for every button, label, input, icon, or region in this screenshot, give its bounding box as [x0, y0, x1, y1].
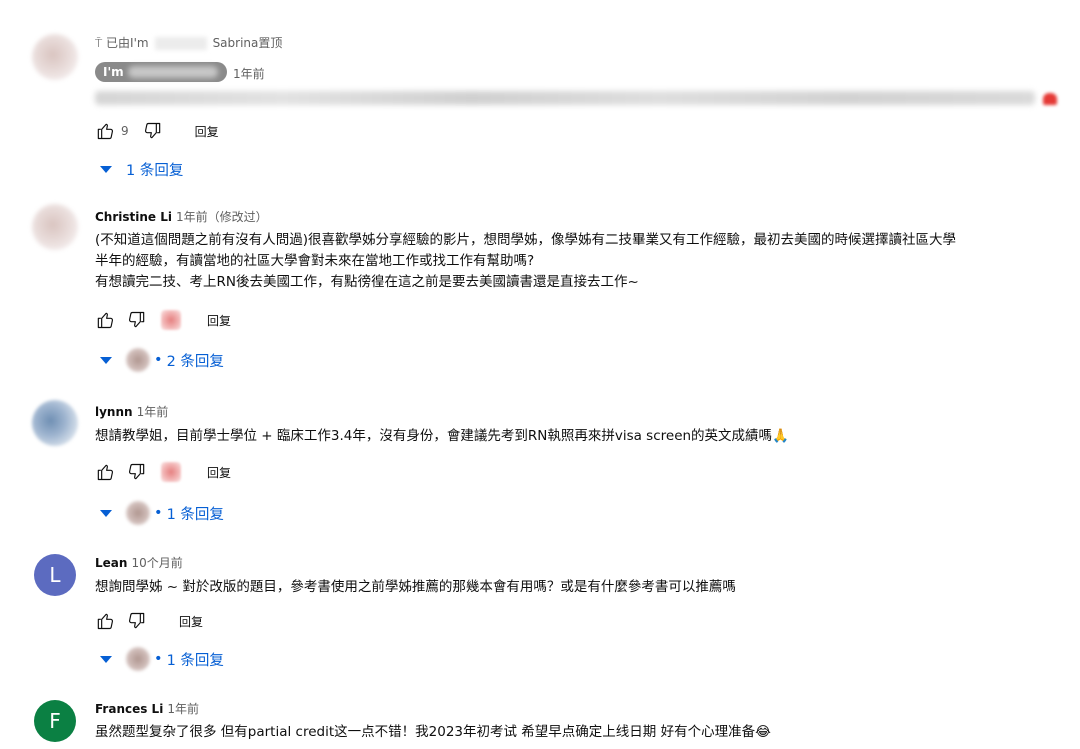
redacted-comment-text: [95, 91, 1035, 105]
avatar[interactable]: [32, 34, 78, 80]
thumbs-up-icon[interactable]: [95, 611, 115, 631]
comment-time[interactable]: 1年前: [137, 405, 169, 419]
creator-avatar: [126, 647, 150, 671]
thumbs-up-icon[interactable]: [95, 121, 115, 141]
thumbs-up-icon[interactable]: [95, 462, 115, 482]
reply-button[interactable]: 回复: [195, 123, 219, 140]
comment-header: Christine Li 1年前（修改过）: [95, 208, 268, 225]
comment-actions: 回复: [95, 309, 231, 331]
comment-author[interactable]: Frances Li: [95, 702, 163, 716]
caret-down-icon: [100, 509, 112, 517]
thumbs-up-icon[interactable]: [95, 310, 115, 330]
thumbs-down-icon[interactable]: [143, 121, 163, 141]
creator-heart-icon: [161, 310, 181, 330]
comment-actions: 9 回复: [95, 120, 219, 142]
avatar[interactable]: [32, 400, 78, 446]
comment-author[interactable]: lynnn: [95, 405, 133, 419]
reply-button[interactable]: 回复: [179, 613, 203, 630]
comment-actions: 回复: [95, 461, 231, 483]
avatar[interactable]: [32, 204, 78, 250]
creator-avatar: [126, 348, 150, 372]
creator-avatar: [126, 501, 150, 525]
caret-down-icon: [100, 655, 112, 663]
comment-time[interactable]: 1年前: [167, 702, 199, 716]
comment-header: lynnn 1年前: [95, 403, 168, 420]
view-replies-button[interactable]: 1 条回复: [100, 158, 183, 180]
thumbs-down-icon[interactable]: [127, 611, 147, 631]
thumbs-down-icon[interactable]: [127, 310, 147, 330]
view-replies-button[interactable]: • 1 条回复: [100, 647, 224, 671]
pinned-label: ⍑ 已由I'm Sabrina置顶: [95, 36, 283, 50]
author-chip[interactable]: I'm: [95, 62, 227, 82]
reply-button[interactable]: 回复: [207, 464, 231, 481]
comment-time[interactable]: 1年前（修改过）: [176, 210, 268, 224]
heart-icon: [1043, 93, 1057, 105]
comment-actions: 回复: [95, 610, 203, 632]
comment-header: Lean 10个月前: [95, 554, 183, 571]
view-replies-button[interactable]: • 1 条回复: [100, 501, 224, 525]
redacted-author: [127, 66, 218, 78]
comment-text: 想請教學姐，目前學士學位 + 臨床工作3.4年，沒有身份，會建議先考到RN執照再…: [95, 428, 789, 444]
avatar[interactable]: F: [34, 700, 76, 742]
pin-icon: ⍑: [95, 36, 103, 50]
comment-text: (不知道這個問題之前有沒有人問過)很喜歡學姊分享經驗的影片，想問學姊，像學姊有二…: [95, 232, 957, 290]
comment-time[interactable]: 1年前: [233, 65, 265, 82]
comment-header: Frances Li 1年前: [95, 700, 199, 717]
creator-heart-icon: [161, 462, 181, 482]
comment-author[interactable]: Lean: [95, 556, 127, 570]
comment-time[interactable]: 10个月前: [131, 556, 182, 570]
comment-text: 想詢問學姊 ~ 對於改版的題目，參考書使用之前學姊推薦的那幾本會有用嗎？或是有什…: [95, 579, 736, 595]
caret-down-icon: [100, 356, 112, 364]
redacted-name: [154, 37, 207, 50]
view-replies-button[interactable]: • 2 条回复: [100, 348, 224, 372]
reply-button[interactable]: 回复: [207, 312, 231, 329]
caret-down-icon: [100, 165, 112, 173]
like-count: 9: [121, 124, 129, 138]
comment-author[interactable]: Christine Li: [95, 210, 172, 224]
thumbs-down-icon[interactable]: [127, 462, 147, 482]
avatar[interactable]: L: [34, 554, 76, 596]
comment-text: 虽然题型复杂了很多 但有partial credit这一点不错！我2023年初考…: [95, 724, 771, 740]
